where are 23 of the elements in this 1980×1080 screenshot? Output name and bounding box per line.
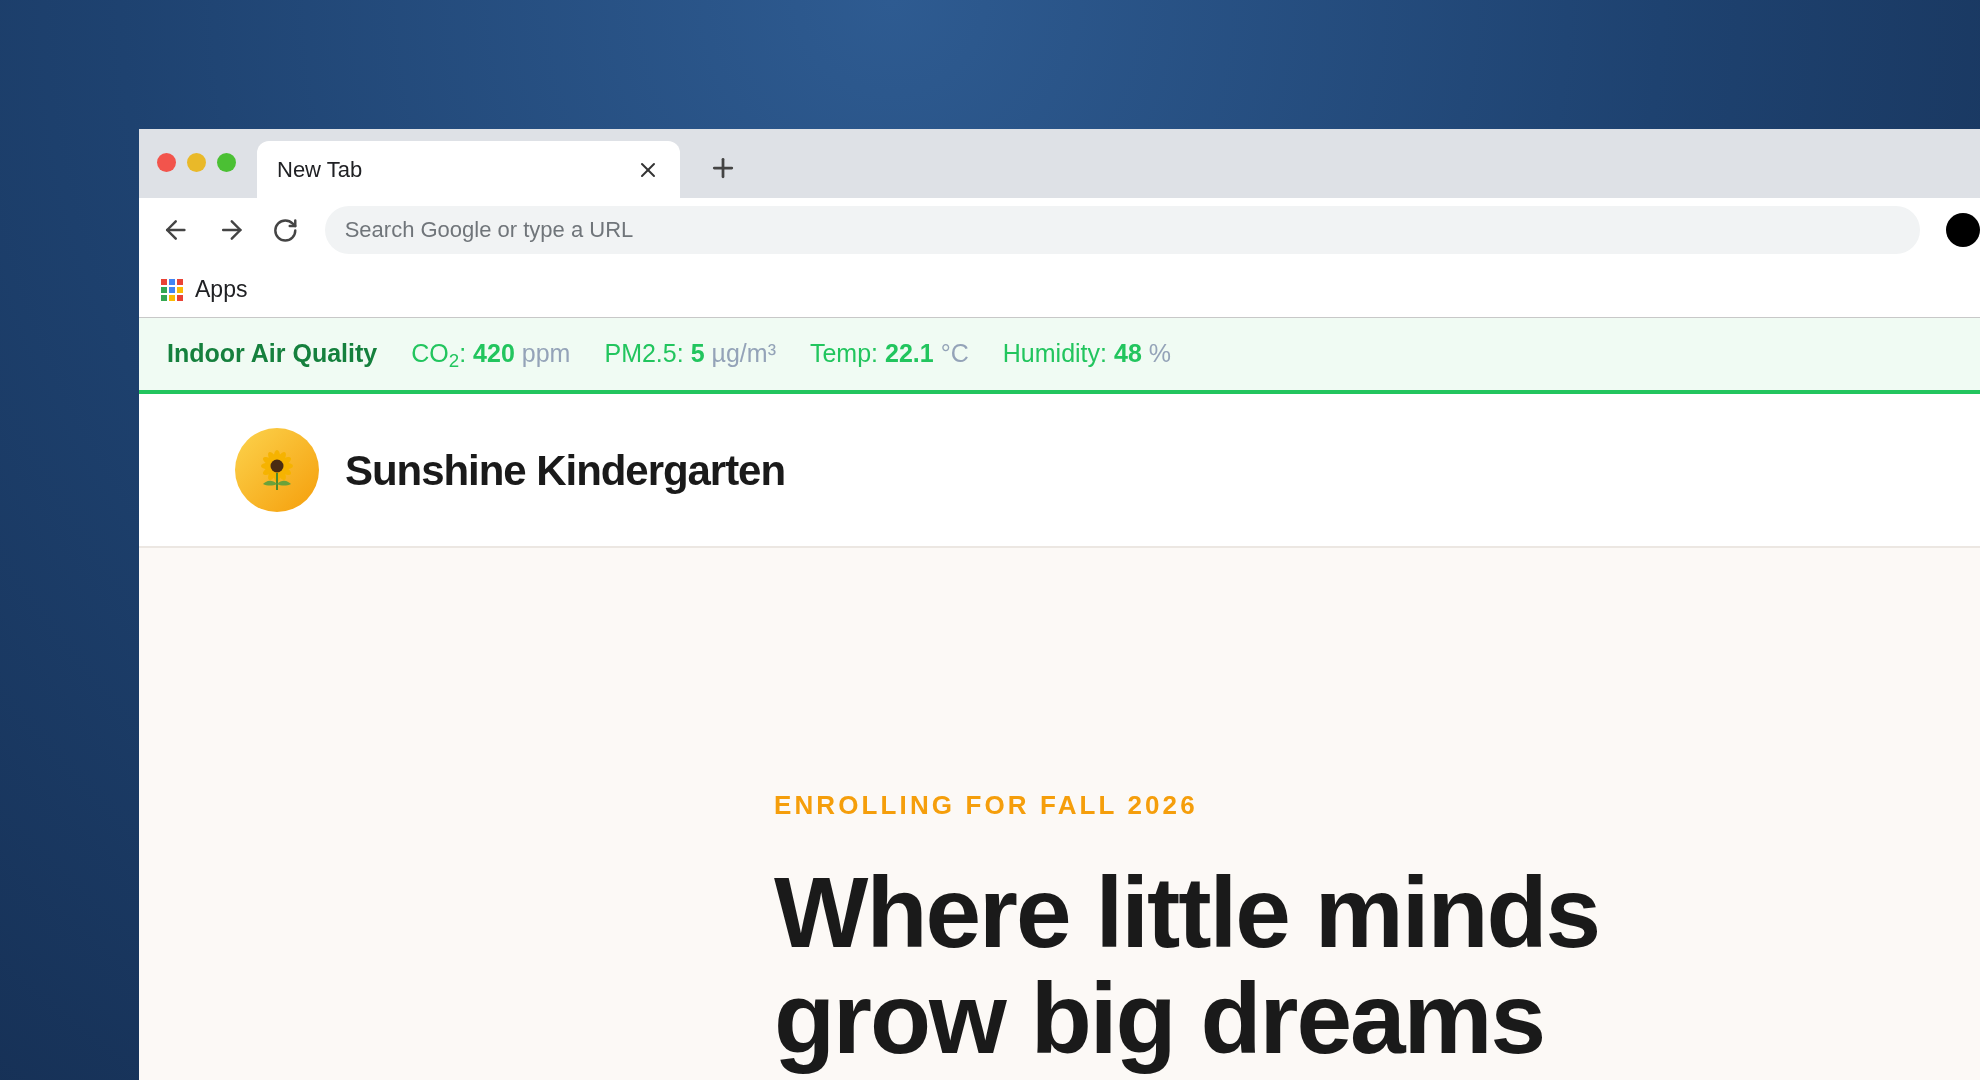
bookmark-item[interactable]: Apps [161, 272, 248, 307]
reading-unit: % [1148, 338, 1172, 370]
reading-unit: °C [940, 338, 969, 370]
reading-label: CO$_{2}$: [411, 338, 467, 373]
profile-avatar[interactable] [1946, 213, 1980, 247]
reload-icon[interactable] [272, 216, 299, 244]
browser-tab[interactable]: New Tab [257, 141, 680, 198]
close-window-button[interactable] [157, 153, 176, 172]
tab-title: New Tab [277, 156, 363, 184]
air-quality-title: Indoor Air Quality [167, 338, 378, 370]
reading-value: 48 [1114, 338, 1142, 370]
reading-value: 420 [473, 338, 515, 370]
apps-grid-icon [161, 278, 183, 301]
reading-label: PM2.5: [604, 338, 684, 370]
reading-label: Temp: [809, 338, 879, 370]
reading-unit: µg/m³ [711, 338, 776, 370]
address-bar-field[interactable]: Search Google or type a URL [324, 206, 1920, 254]
reading-unit: ppm [521, 338, 571, 370]
reading-value: 22.1 [885, 338, 934, 370]
hero-kicker: ENROLLING FOR FALL 2026 [774, 789, 1199, 822]
school-name: Sunshine Kindergarten [345, 445, 785, 496]
reading-value: 5 [690, 338, 705, 370]
reading-label: Humidity: [1002, 338, 1107, 370]
